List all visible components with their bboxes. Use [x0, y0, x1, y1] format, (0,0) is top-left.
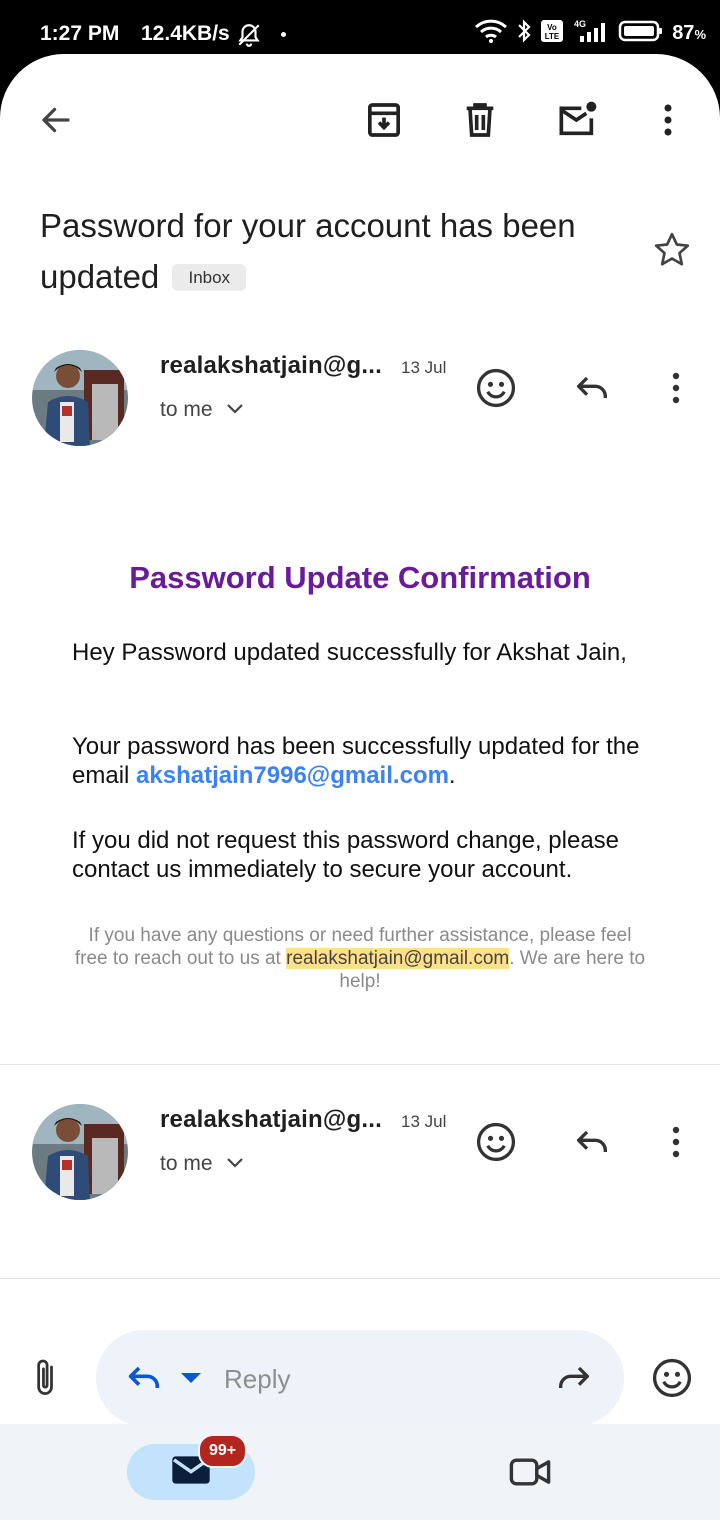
- body-warning: If you did not request this password cha…: [72, 827, 620, 883]
- para2-suffix: .: [448, 762, 456, 789]
- emoji-react-icon[interactable]: [646, 1352, 698, 1404]
- bell-muted-icon: [236, 22, 262, 53]
- back-arrow-icon[interactable]: [30, 94, 82, 146]
- bluetooth-icon: [516, 18, 532, 49]
- body-footer: If you have any questions or need furthe…: [72, 924, 648, 993]
- recipient-details-toggle[interactable]: to me: [160, 1152, 245, 1176]
- reply-placeholder: Reply: [224, 1364, 291, 1394]
- signal-4g-icon: 4G: [572, 18, 610, 49]
- message-divider: [0, 1064, 720, 1065]
- message-date: 13 Jul: [401, 358, 447, 377]
- notification-dot: [281, 32, 286, 37]
- recipient-details-toggle[interactable]: to me: [160, 398, 245, 422]
- chevron-down-icon: [225, 1152, 245, 1176]
- more-vert-icon[interactable]: [646, 94, 690, 146]
- inbox-label-chip[interactable]: Inbox: [172, 264, 247, 291]
- subject-text: Password for your account has been updat…: [40, 207, 576, 295]
- nav-meet-tab[interactable]: [502, 1448, 558, 1500]
- battery-value: 87: [672, 22, 695, 44]
- unread-count-badge: 99+: [198, 1434, 248, 1468]
- svg-text:Vo: Vo: [547, 23, 557, 32]
- chevron-down-icon: [225, 398, 245, 422]
- avatar[interactable]: [32, 350, 128, 446]
- wifi-icon: [474, 19, 508, 48]
- battery-icon: [618, 19, 664, 48]
- body-paragraph-email: Your password has been successfully upda…: [72, 732, 662, 790]
- star-icon[interactable]: [646, 224, 698, 276]
- message-header[interactable]: realakshatjain@g... 13 Jul to me: [0, 1104, 720, 1214]
- mark-unread-icon[interactable]: [550, 92, 606, 148]
- email-view: Password for your account has been updat…: [0, 54, 720, 1520]
- delete-icon[interactable]: [454, 92, 506, 148]
- emoji-react-icon[interactable]: [470, 362, 522, 414]
- emoji-react-icon[interactable]: [470, 1116, 522, 1168]
- compose-divider: [0, 1278, 720, 1279]
- svg-text:LTE: LTE: [545, 32, 560, 41]
- reply-icon[interactable]: [122, 1356, 166, 1400]
- reply-icon[interactable]: [566, 1116, 618, 1168]
- email-subject: Password for your account has been updat…: [40, 200, 600, 302]
- sender-name[interactable]: realakshatjain@g...: [160, 352, 382, 380]
- reply-icon[interactable]: [566, 362, 618, 414]
- attachment-icon[interactable]: [22, 1352, 70, 1404]
- more-vert-icon[interactable]: [654, 362, 698, 414]
- forward-icon[interactable]: [552, 1356, 596, 1400]
- bottom-navigation: 99+: [0, 1424, 720, 1520]
- email-link[interactable]: akshatjain7996@gmail.com: [136, 762, 449, 789]
- message-date: 13 Jul: [401, 1112, 447, 1131]
- svg-text:4G: 4G: [574, 19, 586, 29]
- status-time: 1:27 PM: [40, 22, 120, 45]
- message-header: realakshatjain@g... 13 Jul to me: [0, 350, 720, 460]
- video-camera-icon: [508, 1455, 552, 1494]
- support-email-link[interactable]: realakshatjain@gmail.com: [286, 948, 510, 969]
- battery-unit: %: [694, 27, 706, 42]
- sender-name[interactable]: realakshatjain@g...: [160, 1106, 382, 1134]
- network-speed: 12.4KB/s: [141, 22, 230, 45]
- archive-icon[interactable]: [358, 92, 410, 148]
- battery-percentage: 87%: [672, 22, 706, 45]
- body-greeting: Hey Password updated successfully for Ak…: [72, 639, 627, 666]
- reply-bar: Reply: [0, 1280, 720, 1426]
- recipient-label: to me: [160, 398, 213, 421]
- more-vert-icon[interactable]: [654, 1116, 698, 1168]
- caret-down-icon[interactable]: [176, 1364, 206, 1392]
- volte-icon: Vo LTE: [540, 19, 564, 48]
- recipient-label: to me: [160, 1152, 213, 1175]
- avatar[interactable]: [32, 1104, 128, 1200]
- body-heading: Password Update Confirmation: [129, 560, 591, 595]
- reply-input[interactable]: Reply: [96, 1330, 624, 1426]
